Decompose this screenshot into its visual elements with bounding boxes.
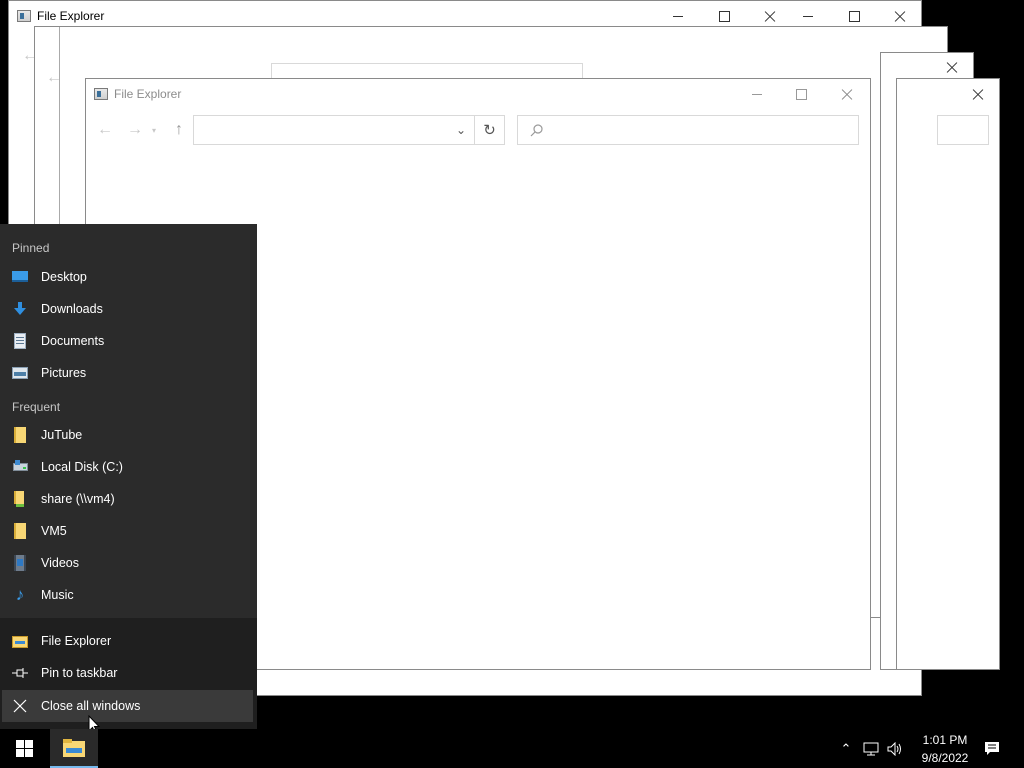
jumplist-item-documents[interactable]: Documents: [0, 325, 257, 357]
side-text-m: [2, 58, 8, 72]
search-icon: [530, 124, 543, 137]
jumplist-item-videos[interactable]: Videos: [0, 547, 257, 579]
volume-icon[interactable]: [883, 729, 907, 768]
taskbar-file-explorer-button[interactable]: [50, 729, 98, 768]
taskbar: ⌃ 1:01 PM 9/8/2022: [0, 729, 1024, 768]
jumplist-item-label: Desktop: [41, 270, 87, 284]
pictures-icon: [12, 365, 28, 381]
jumplist-item-label: Videos: [41, 556, 79, 570]
taskbar-jump-list: Pinned Desktop Downloads Documents Pictu…: [0, 224, 257, 730]
windows-logo-icon: [15, 740, 33, 757]
address-dropdown-icon[interactable]: ⌄: [448, 116, 474, 144]
jumplist-item-label: JuTube: [41, 428, 83, 442]
jumplist-task-close-all-windows[interactable]: Close all windows: [2, 690, 253, 722]
jumplist-item-label: VM5: [41, 524, 67, 538]
jumplist-item-label: share (\\vm4): [41, 492, 115, 506]
jumplist-item-vm5[interactable]: VM5: [0, 515, 257, 547]
document-icon: [12, 333, 28, 349]
back-arrow-icon[interactable]: ←: [94, 115, 116, 145]
pinned-header: Pinned: [12, 241, 50, 255]
drive-icon: [12, 459, 28, 475]
jumplist-item-pictures[interactable]: Pictures: [0, 357, 257, 389]
navigation-bar: ← → ▾ ↑ ⌄ ↻: [86, 115, 870, 145]
action-center-icon[interactable]: [978, 729, 1006, 768]
close-button[interactable]: [929, 53, 975, 81]
file-explorer-icon: [63, 738, 85, 757]
start-button[interactable]: [0, 729, 48, 768]
jumplist-item-downloads[interactable]: Downloads: [0, 293, 257, 325]
music-note-icon: ♪: [15, 585, 25, 604]
jumplist-item-music[interactable]: ♪ Music: [0, 579, 257, 611]
recent-locations-chevron-icon[interactable]: ▾: [148, 115, 160, 145]
folder-icon: [12, 523, 28, 539]
network-icon[interactable]: [859, 729, 883, 768]
jumplist-item-local-disk[interactable]: Local Disk (C:): [0, 451, 257, 483]
close-button[interactable]: [824, 79, 870, 109]
close-icon: [12, 698, 28, 714]
jumplist-item-label: Local Disk (C:): [41, 460, 123, 474]
search-box-outline: [937, 115, 989, 145]
refresh-button[interactable]: ↻: [475, 115, 505, 145]
jumplist-task-pin-to-taskbar[interactable]: Pin to taskbar: [0, 657, 257, 689]
window-title: File Explorer: [114, 87, 182, 101]
folder-icon: [12, 427, 28, 443]
system-clock[interactable]: 1:01 PM 9/8/2022: [910, 731, 980, 767]
network-folder-icon: [12, 491, 28, 507]
file-explorer-icon: [12, 633, 28, 649]
frequent-header: Frequent: [12, 400, 61, 414]
file-explorer-app-icon: [17, 10, 31, 22]
download-arrow-icon: [12, 301, 28, 317]
jumplist-item-share-vm4[interactable]: share (\\vm4): [0, 483, 257, 515]
videos-icon: [12, 555, 28, 571]
jumplist-item-label: Close all windows: [41, 699, 141, 713]
back-arrow-icon[interactable]: ←: [43, 63, 65, 93]
minimize-button[interactable]: [734, 79, 780, 109]
desktop-icon: [12, 269, 28, 285]
jumplist-item-desktop[interactable]: Desktop: [0, 261, 257, 293]
address-bar[interactable]: ⌄: [193, 115, 475, 145]
up-arrow-icon[interactable]: ↑: [168, 115, 190, 145]
window-title: File Explorer: [37, 9, 105, 23]
jumplist-item-label: Pictures: [41, 366, 87, 380]
maximize-button[interactable]: [778, 79, 824, 109]
pin-icon: [12, 665, 28, 681]
file-explorer-window-far-right[interactable]: [896, 78, 1000, 670]
jumplist-item-label: Downloads: [41, 302, 103, 316]
search-box[interactable]: [517, 115, 859, 145]
jumplist-tasks: File Explorer Pin to taskbar Close all w…: [0, 618, 257, 730]
file-explorer-app-icon: [94, 88, 108, 100]
jumplist-item-label: File Explorer: [41, 634, 112, 648]
forward-arrow-icon[interactable]: →: [124, 115, 146, 145]
jumplist-item-jutube[interactable]: JuTube: [0, 419, 257, 451]
jumplist-task-file-explorer[interactable]: File Explorer: [0, 625, 257, 657]
close-button[interactable]: [955, 79, 1001, 109]
jumplist-item-label: Documents: [41, 334, 105, 348]
show-hidden-icons-chevron-icon[interactable]: ⌃: [834, 729, 858, 768]
clock-date: 9/8/2022: [921, 751, 969, 765]
jumplist-item-label: Pin to taskbar: [41, 666, 118, 680]
clock-time: 1:01 PM: [922, 733, 968, 747]
jumplist-item-label: Music: [41, 588, 74, 602]
